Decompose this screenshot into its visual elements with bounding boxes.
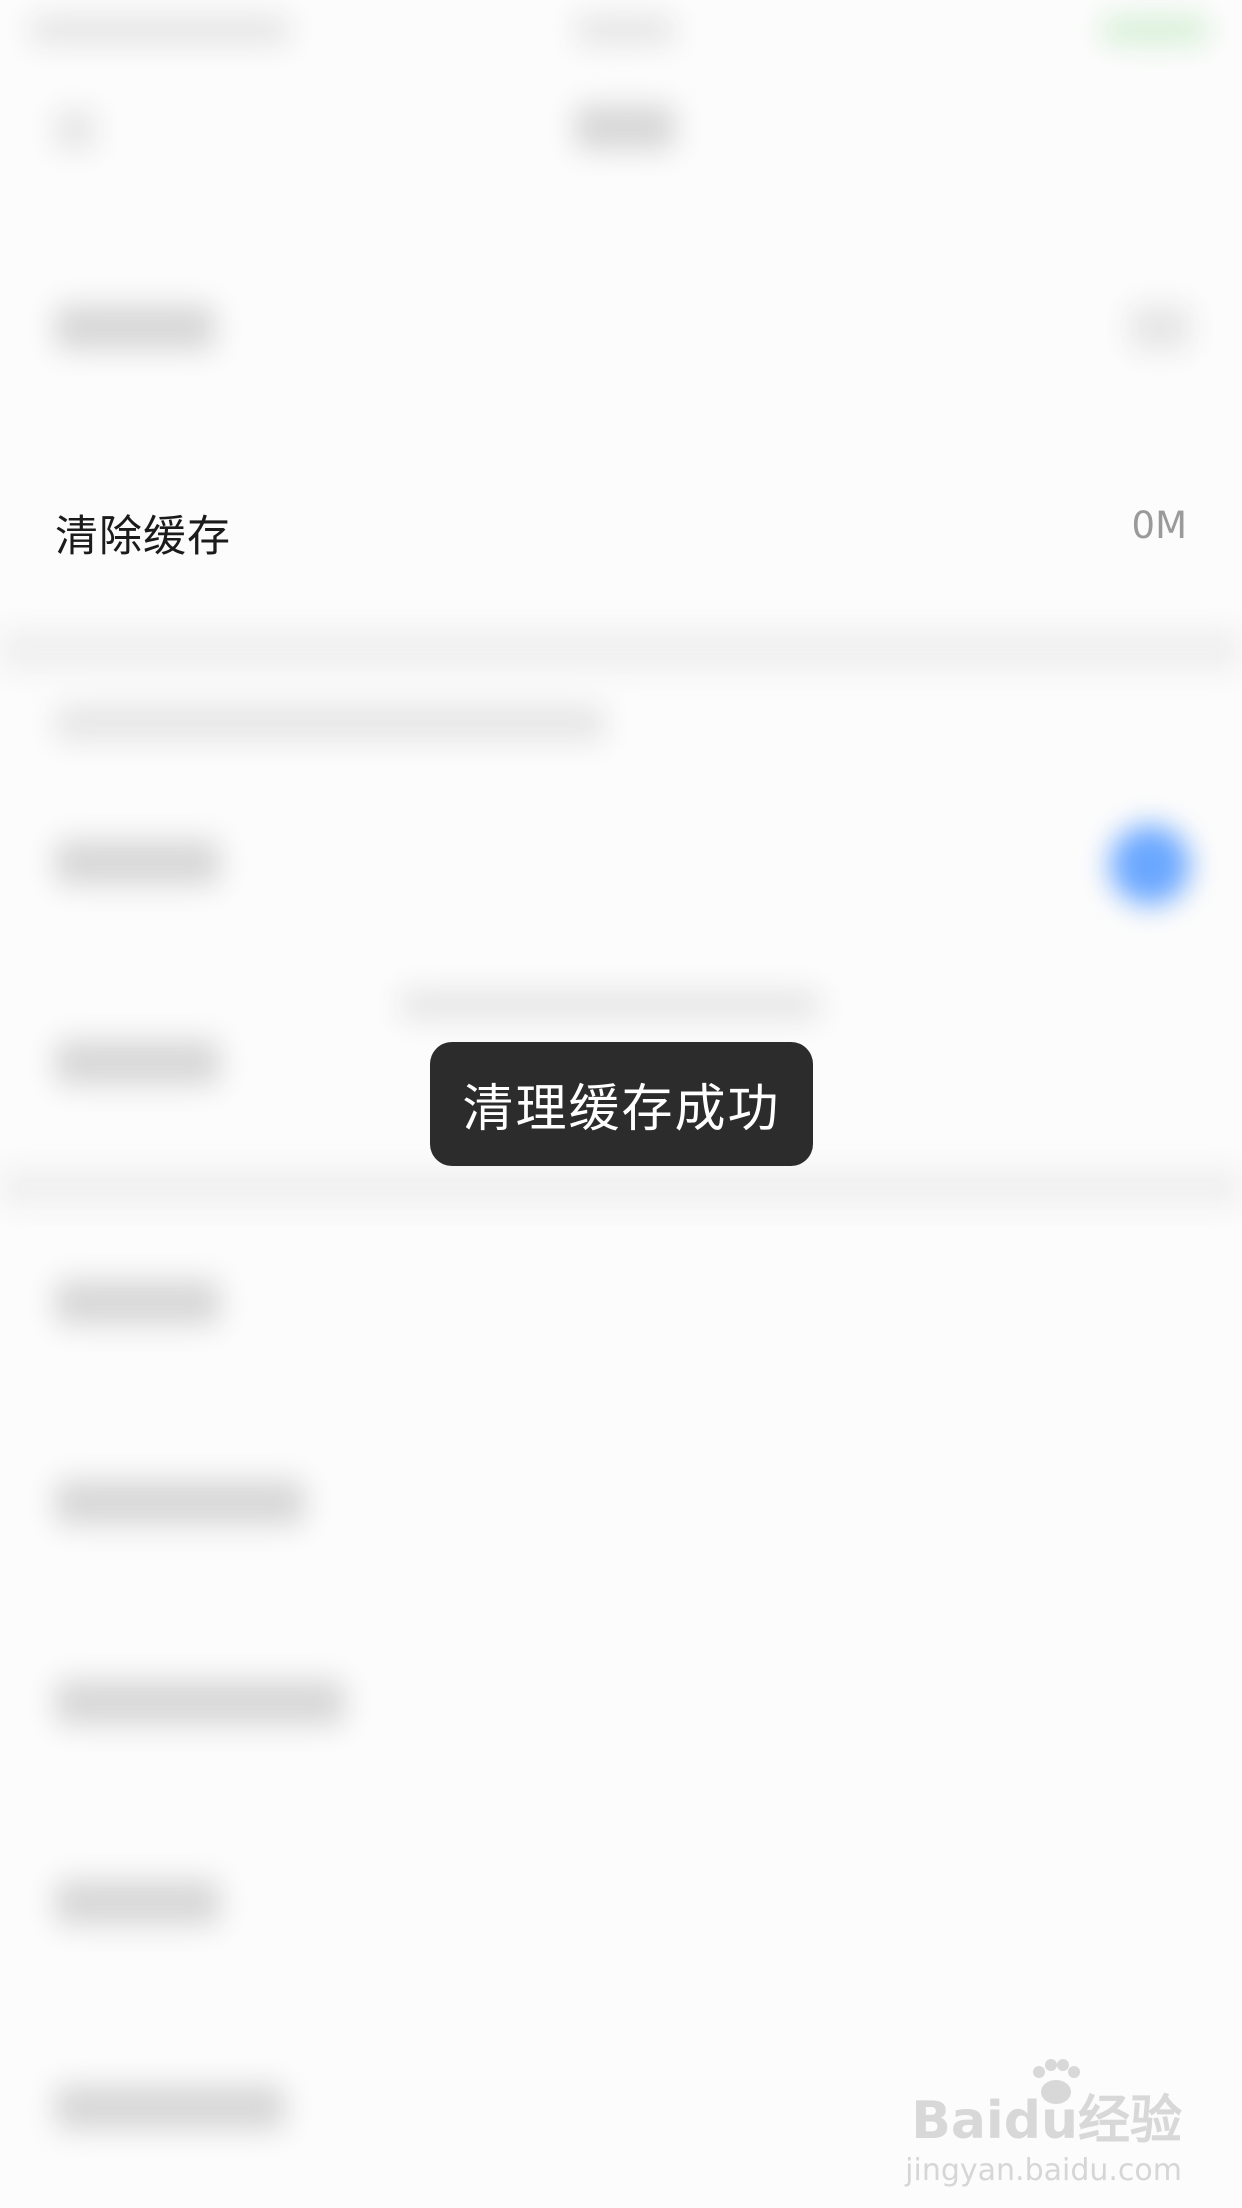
settings-row-1-value [1130,305,1190,350]
settings-row-6-label [55,1680,345,1725]
settings-row-5-label [55,1480,305,1525]
cache-size-value: 0M [1131,504,1187,547]
status-bar-left [30,15,290,45]
status-bar-time [575,15,675,45]
section-header-label [55,705,605,741]
settings-row-3-label [55,1040,220,1085]
settings-row-2-label [55,840,220,885]
nav-title [575,105,675,150]
baidu-watermark: Baidu经验 jingyan.baidu.com [905,2058,1182,2188]
settings-screen: 清除缓存 0M 清理缓存成功 Baidu经验 jingyan.baidu.com [0,0,1242,2208]
settings-row-7-label [55,1880,220,1925]
watermark-url: jingyan.baidu.com [905,2153,1182,2188]
watermark-logo-text: Baidu经验 [911,2091,1182,2151]
section-gap-1 [0,630,1242,670]
settings-row-1-label [55,305,215,350]
settings-row-4-label [55,1280,220,1325]
settings-row-3-desc [400,990,820,1020]
status-bar-battery [1100,15,1210,45]
section-gap-2 [0,1170,1242,1205]
clear-cache-label: 清除缓存 [55,512,231,562]
clear-cache-row[interactable]: 清除缓存 0M [0,470,1242,588]
settings-row-8-label [55,2085,285,2130]
toggle-switch[interactable] [1110,825,1190,905]
success-toast: 清理缓存成功 [430,1042,813,1166]
toast-message: 清理缓存成功 [462,1080,781,1139]
back-icon[interactable] [55,110,95,150]
